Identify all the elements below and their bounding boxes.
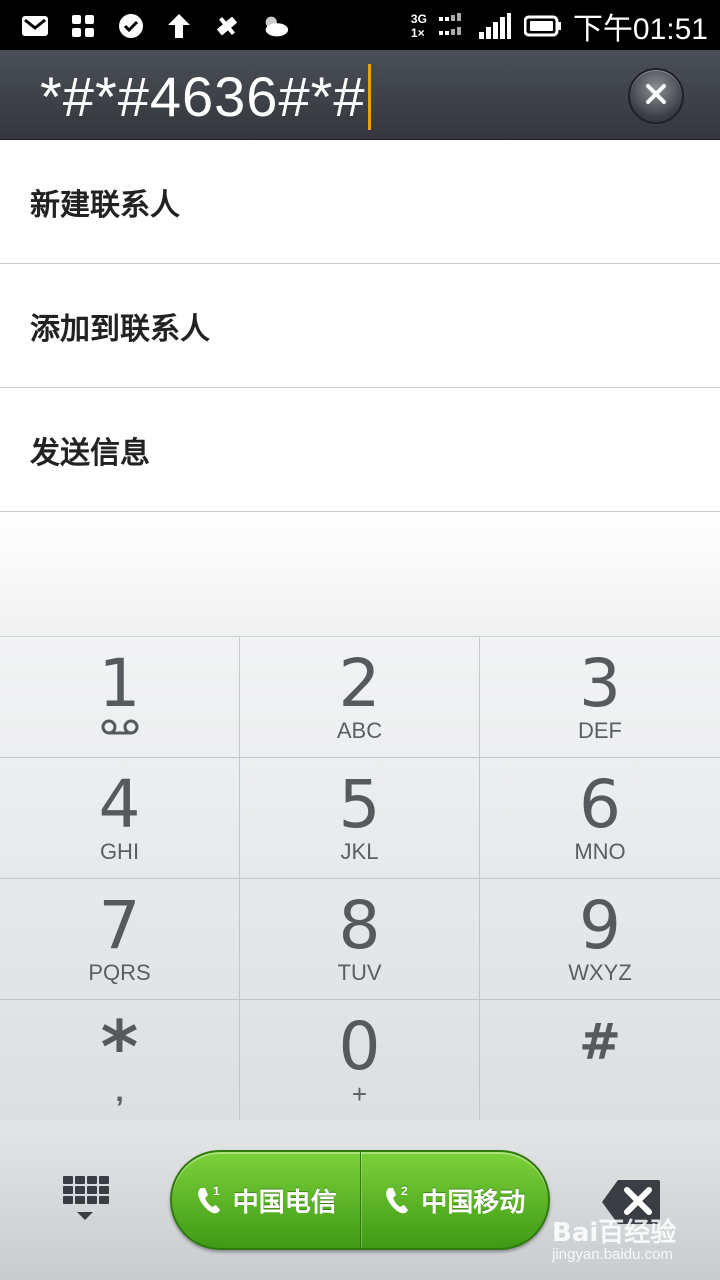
network-1x-label: 1×: [410, 26, 425, 40]
clear-input-button[interactable]: [628, 68, 684, 124]
option-label: 发送信息: [30, 435, 150, 471]
key-digit: 9: [579, 887, 621, 964]
key-digit: 3: [579, 645, 621, 722]
system-icons: 3G 1× 下午01:51: [411, 6, 708, 46]
sim2-number: 2: [401, 1184, 408, 1198]
key-4[interactable]: 4 GHI: [0, 758, 240, 879]
voicemail-icon: [100, 717, 140, 741]
watermark-logo: Bai百经验: [552, 1218, 677, 1248]
keypad-toggle-button[interactable]: [60, 1174, 110, 1230]
dialpad-icon: [60, 1176, 110, 1234]
key-1[interactable]: 1: [0, 637, 240, 758]
network-3g-label: 3G: [410, 12, 427, 26]
key-letters: WXYZ: [568, 960, 632, 985]
phone-sim1-icon: 1: [195, 1184, 225, 1216]
option-label: 添加到联系人: [30, 311, 210, 347]
key-8[interactable]: 8 TUV: [240, 879, 480, 1000]
dial-options-list: 新建联系人 添加到联系人 发送信息: [0, 140, 720, 512]
key-letters: ,: [115, 1075, 124, 1108]
key-letters: ABC: [336, 718, 383, 743]
call-sim1-label: 中国电信: [232, 1187, 337, 1218]
network-3g-1x-icon: 3G 1×: [411, 12, 427, 40]
call-sim2-button[interactable]: 2 中国移动: [359, 1152, 549, 1248]
key-2[interactable]: 2 ABC: [240, 637, 480, 758]
key-3[interactable]: 3 DEF: [480, 637, 720, 758]
key-digit: #: [579, 1013, 621, 1071]
dial-input-value: *#*#4636#*#: [40, 65, 366, 128]
key-digit: 2: [338, 645, 381, 722]
watermark-url: jingyan.baidu.com: [552, 1246, 673, 1263]
key-digit: 7: [98, 887, 141, 964]
key-star[interactable]: * ,: [0, 1000, 240, 1121]
dial-input-bar: *#*#4636#*#: [0, 50, 720, 140]
call-sim1-button[interactable]: 1 中国电信: [172, 1152, 360, 1248]
key-letters: DEF: [578, 718, 622, 743]
key-9[interactable]: 9 WXYZ: [480, 879, 720, 1000]
apps-icon: [68, 11, 98, 41]
send-message-option[interactable]: 发送信息: [0, 388, 720, 512]
add-to-contact-option[interactable]: 添加到联系人: [0, 264, 720, 388]
key-letters: +: [351, 1079, 368, 1109]
key-5[interactable]: 5 JKL: [240, 758, 480, 879]
list-spacer: [0, 512, 720, 636]
key-hash[interactable]: #: [480, 1000, 720, 1121]
key-digit: 8: [338, 887, 381, 964]
check-circle-icon: [116, 11, 146, 41]
clear-x-icon: [643, 81, 669, 111]
key-letters: PQRS: [88, 960, 151, 985]
signal-bars-icon: [477, 11, 513, 41]
key-digit: 4: [98, 766, 141, 843]
mail-icon: [20, 11, 50, 41]
key-digit: 0: [338, 1008, 381, 1085]
key-7[interactable]: 7 PQRS: [0, 879, 240, 1000]
option-label: 新建联系人: [30, 187, 180, 223]
dual-sim-call-buttons: 1 中国电信 2 中国移动: [170, 1150, 550, 1250]
key-letters: MNO: [574, 839, 626, 864]
key-6[interactable]: 6 MNO: [480, 758, 720, 879]
call-sim2-label: 中国移动: [421, 1187, 526, 1218]
dial-input[interactable]: *#*#4636#*#: [40, 64, 371, 130]
text-cursor: [367, 64, 371, 130]
sim1-number: 1: [213, 1184, 220, 1198]
battery-icon: [523, 11, 563, 41]
satellite-icon: [212, 11, 242, 41]
status-bar: 3G 1× 下午01:51: [0, 0, 720, 50]
key-digit: 6: [579, 766, 621, 843]
new-contact-option[interactable]: 新建联系人: [0, 140, 720, 264]
upload-arrow-icon: [164, 11, 194, 41]
network-activity-icon: [437, 9, 467, 43]
key-digit: 1: [98, 645, 141, 722]
phone-sim2-icon: 2: [383, 1184, 413, 1216]
key-letters: GHI: [99, 839, 140, 864]
notification-icons: [20, 8, 290, 44]
dial-keypad: 1 2 ABC 3 DEF 4 GHI 5 JKL 6 MNO 7 PQRS 8…: [0, 636, 720, 1121]
weather-cloud-icon: [260, 11, 290, 41]
key-letters: TUV: [337, 960, 382, 985]
key-letters: JKL: [340, 839, 379, 864]
key-0[interactable]: 0 +: [240, 1000, 480, 1121]
key-digit: *: [100, 1005, 139, 1089]
key-digit: 5: [338, 766, 381, 843]
clock: 下午01:51: [572, 13, 708, 46]
